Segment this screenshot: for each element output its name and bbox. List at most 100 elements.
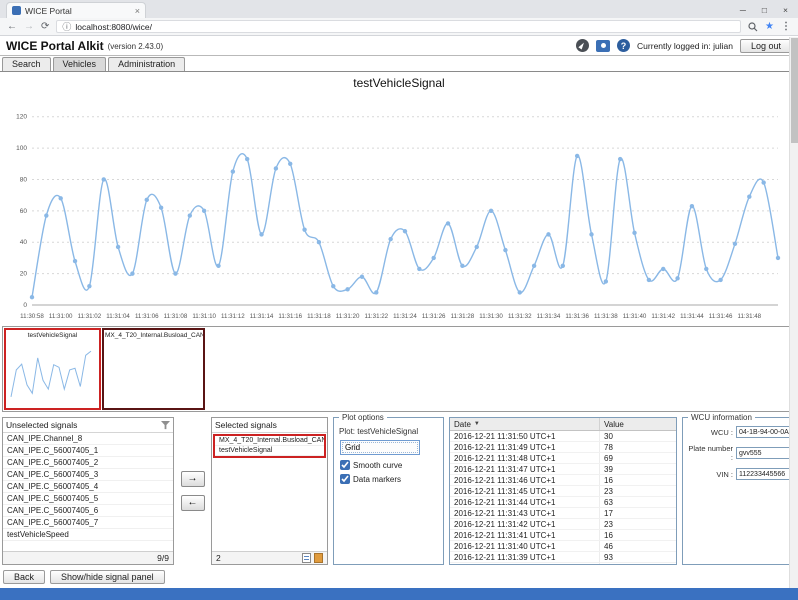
- toggle-signal-panel-button[interactable]: Show/hide signal panel: [50, 570, 165, 584]
- wcu-field[interactable]: [736, 426, 792, 438]
- table-row[interactable]: 2016-12-21 11:31:44 UTC+163: [450, 497, 676, 508]
- bookmark-star-icon[interactable]: ★: [765, 21, 774, 32]
- column-header-date[interactable]: Date ▼: [450, 418, 600, 430]
- svg-text:11:31:44: 11:31:44: [680, 313, 704, 320]
- plate-number-field[interactable]: [736, 447, 792, 459]
- screen: WICE Portal × ─ □ × ← → ⟳ ⓘ localhost:80…: [0, 0, 798, 600]
- svg-text:80: 80: [20, 176, 28, 183]
- unselected-signal-item[interactable]: CAN_IPE.C_56007405_6: [3, 505, 173, 517]
- window-maximize-icon[interactable]: □: [762, 5, 767, 15]
- unselected-signal-item[interactable]: CAN_IPE.C_56007405_1: [3, 445, 173, 457]
- svg-text:11:31:24: 11:31:24: [393, 313, 417, 320]
- help-icon[interactable]: ?: [617, 39, 630, 52]
- tab-vehicles[interactable]: Vehicles: [53, 57, 107, 71]
- data-markers-option[interactable]: Data markers: [340, 474, 439, 484]
- table-row[interactable]: 2016-12-21 11:31:48 UTC+169: [450, 453, 676, 464]
- unselected-signal-item[interactable]: CAN_IPE.C_56007405_3: [3, 469, 173, 481]
- tab-search[interactable]: Search: [2, 57, 51, 71]
- table-row[interactable]: 2016-12-21 11:31:43 UTC+117: [450, 508, 676, 519]
- thumbnail-busload[interactable]: MX_4_T20_Internal.Busload_CAN_3_0001: [102, 328, 205, 410]
- table-row[interactable]: 2016-12-21 11:31:47 UTC+139: [450, 464, 676, 475]
- compass-icon[interactable]: [576, 39, 589, 52]
- table-row[interactable]: 2016-12-21 11:31:41 UTC+116: [450, 530, 676, 541]
- cell-date: 2016-12-21 11:31:47 UTC+1: [450, 464, 600, 474]
- plot-options-title: Plot options: [339, 413, 387, 422]
- selected-signal-item[interactable]: testVehicleSignal: [215, 446, 324, 456]
- signal-panel: Unselected signals CAN_IPE.Channel_8CAN_…: [0, 412, 798, 567]
- svg-text:20: 20: [20, 271, 28, 278]
- cell-value: 23: [600, 486, 676, 496]
- smooth-curve-label: Smooth curve: [353, 461, 402, 470]
- refresh-icon[interactable]: ⟳: [41, 22, 49, 32]
- table-row[interactable]: 2016-12-21 11:31:39 UTC+193: [450, 552, 676, 563]
- column-header-value[interactable]: Value: [600, 418, 676, 430]
- cell-value: 93: [600, 552, 676, 562]
- search-icon[interactable]: [748, 22, 758, 32]
- browser-menu-icon[interactable]: ⋮: [781, 21, 791, 32]
- cell-value: 16: [600, 530, 676, 540]
- forward-icon[interactable]: →: [24, 22, 34, 32]
- selected-signal-item[interactable]: MX_4_T20_Internal.Busload_CAN_3_0001: [215, 436, 324, 446]
- vin-field[interactable]: [736, 468, 792, 480]
- move-left-button[interactable]: ←: [181, 495, 205, 511]
- cell-value: 69: [600, 453, 676, 463]
- table-row[interactable]: 2016-12-21 11:31:50 UTC+130: [450, 431, 676, 442]
- vin-label: VIN :: [687, 470, 733, 479]
- table-row[interactable]: 2016-12-21 11:31:49 UTC+178: [450, 442, 676, 453]
- selected-signals-panel: Selected signals MX_4_T20_Internal.Buslo…: [211, 417, 328, 565]
- unselected-signal-item[interactable]: CAN_IPE.C_56007405_4: [3, 481, 173, 493]
- cell-date: 2016-12-21 11:31:46 UTC+1: [450, 475, 600, 485]
- table-row[interactable]: 2016-12-21 11:31:46 UTC+116: [450, 475, 676, 486]
- svg-text:11:31:06: 11:31:06: [135, 313, 159, 320]
- back-button[interactable]: Back: [3, 570, 45, 584]
- unselected-signal-item[interactable]: testVehicleSpeed: [3, 529, 173, 541]
- app-title: WICE Portal Alkit: [6, 39, 104, 53]
- svg-text:11:31:42: 11:31:42: [651, 313, 675, 320]
- report-icon[interactable]: [302, 553, 311, 563]
- unselected-count: 9/9: [157, 553, 169, 563]
- site-info-icon[interactable]: ⓘ: [62, 20, 71, 33]
- table-row[interactable]: 2016-12-21 11:31:40 UTC+146: [450, 541, 676, 552]
- unselected-signal-item[interactable]: CAN_IPE.C_56007405_2: [3, 457, 173, 469]
- thumbnail-label: MX_4_T20_Internal.Busload_CAN_3_0001: [104, 330, 203, 339]
- unselected-signal-item[interactable]: CAN_IPE.C_56007405_5: [3, 493, 173, 505]
- cell-date: 2016-12-21 11:31:45 UTC+1: [450, 486, 600, 496]
- logout-button[interactable]: Log out: [740, 39, 792, 53]
- smooth-curve-checkbox[interactable]: [340, 460, 350, 470]
- tab-administration[interactable]: Administration: [108, 57, 185, 71]
- grid-toggle-button[interactable]: Grid: [340, 440, 420, 455]
- plot-thumbnail-strip: testVehicleSignal MX_4_T20_Internal.Busl…: [2, 326, 796, 412]
- svg-text:11:31:20: 11:31:20: [336, 313, 360, 320]
- svg-text:11:31:04: 11:31:04: [106, 313, 130, 320]
- scrollbar-thumb[interactable]: [791, 38, 798, 143]
- back-icon[interactable]: ←: [7, 22, 17, 32]
- camera-icon[interactable]: [596, 40, 610, 52]
- unselected-signal-item[interactable]: CAN_IPE.C_56007405_7: [3, 517, 173, 529]
- unselected-signal-item[interactable]: CAN_IPE.Channel_8: [3, 433, 173, 445]
- smooth-curve-option[interactable]: Smooth curve: [340, 460, 439, 470]
- table-row[interactable]: 2016-12-21 11:31:38 UTC+115: [450, 563, 676, 564]
- move-buttons: → ←: [179, 417, 206, 565]
- selected-signals-title: Selected signals: [215, 420, 324, 430]
- browser-tab-title: WICE Portal: [25, 6, 131, 16]
- table-row[interactable]: 2016-12-21 11:31:45 UTC+123: [450, 486, 676, 497]
- export-icon[interactable]: [314, 553, 323, 563]
- browser-tab[interactable]: WICE Portal ×: [6, 2, 146, 18]
- main-tab-strip: Search Vehicles Administration: [0, 56, 798, 72]
- window-close-icon[interactable]: ×: [783, 5, 788, 15]
- thumbnail-testVehicleSignal[interactable]: testVehicleSignal: [4, 328, 101, 410]
- page-scrollbar[interactable]: [789, 37, 798, 588]
- values-table-panel: Date ▼ Value 2016-12-21 11:31:50 UTC+130…: [449, 417, 677, 565]
- address-bar[interactable]: ⓘ localhost:8080/wice/: [56, 20, 741, 33]
- move-right-button[interactable]: →: [181, 471, 205, 487]
- table-row[interactable]: 2016-12-21 11:31:42 UTC+123: [450, 519, 676, 530]
- tab-close-icon[interactable]: ×: [135, 6, 140, 16]
- filter-icon[interactable]: [161, 421, 170, 430]
- window-minimize-icon[interactable]: ─: [740, 5, 746, 15]
- data-markers-checkbox[interactable]: [340, 474, 350, 484]
- favicon-icon: [12, 6, 21, 15]
- svg-text:11:31:32: 11:31:32: [508, 313, 532, 320]
- svg-text:11:30:58: 11:30:58: [20, 313, 44, 320]
- cell-value: 15: [600, 563, 676, 564]
- cell-date: 2016-12-21 11:31:43 UTC+1: [450, 508, 600, 518]
